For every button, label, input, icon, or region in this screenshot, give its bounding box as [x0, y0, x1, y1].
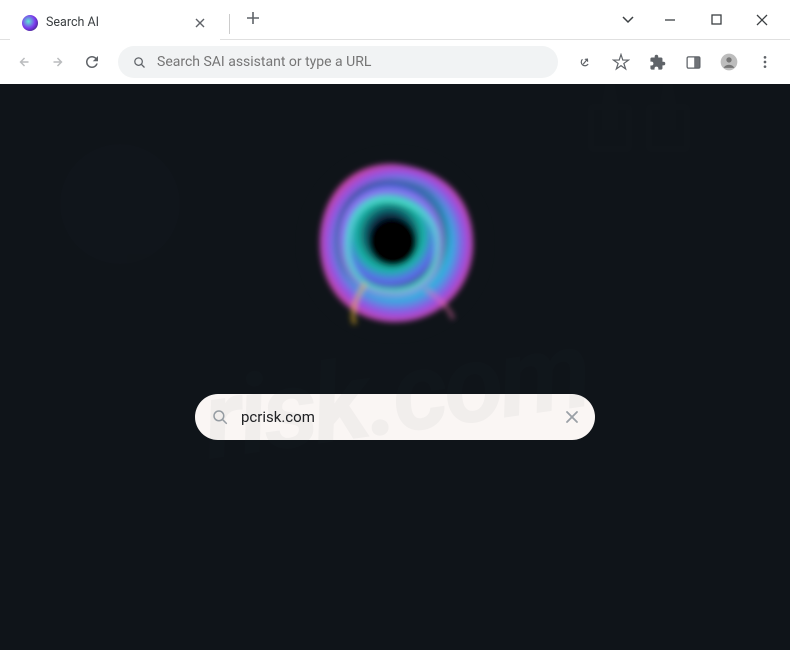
search-input[interactable]: [241, 408, 553, 426]
search-icon: [211, 408, 229, 426]
titlebar: Search AI: [0, 0, 790, 40]
side-panel-button[interactable]: [678, 47, 708, 77]
share-button[interactable]: [570, 47, 600, 77]
minimize-button[interactable]: [648, 3, 692, 37]
tab-title: Search AI: [46, 15, 184, 30]
toolbar: [0, 40, 790, 84]
page-content: risk.com: [0, 84, 790, 650]
maximize-button[interactable]: [694, 3, 738, 37]
new-tab-button[interactable]: [238, 5, 268, 34]
profile-button[interactable]: [714, 47, 744, 77]
tab-close-button[interactable]: [192, 15, 208, 31]
extensions-button[interactable]: [642, 47, 672, 77]
tab-search-button[interactable]: [610, 3, 646, 37]
reload-button[interactable]: [78, 48, 106, 76]
search-icon: [132, 55, 147, 70]
bookmark-button[interactable]: [606, 47, 636, 77]
window-controls: [610, 3, 790, 37]
menu-button[interactable]: [750, 47, 780, 77]
omnibox-input[interactable]: [157, 54, 544, 70]
logo-image: [295, 144, 495, 344]
back-button[interactable]: [10, 48, 38, 76]
close-button[interactable]: [740, 3, 784, 37]
browser-tab[interactable]: Search AI: [10, 6, 220, 40]
search-bar[interactable]: [195, 394, 595, 440]
favicon-icon: [22, 15, 38, 31]
forward-button[interactable]: [44, 48, 72, 76]
omnibox[interactable]: [118, 46, 558, 78]
clear-button[interactable]: [565, 410, 579, 424]
